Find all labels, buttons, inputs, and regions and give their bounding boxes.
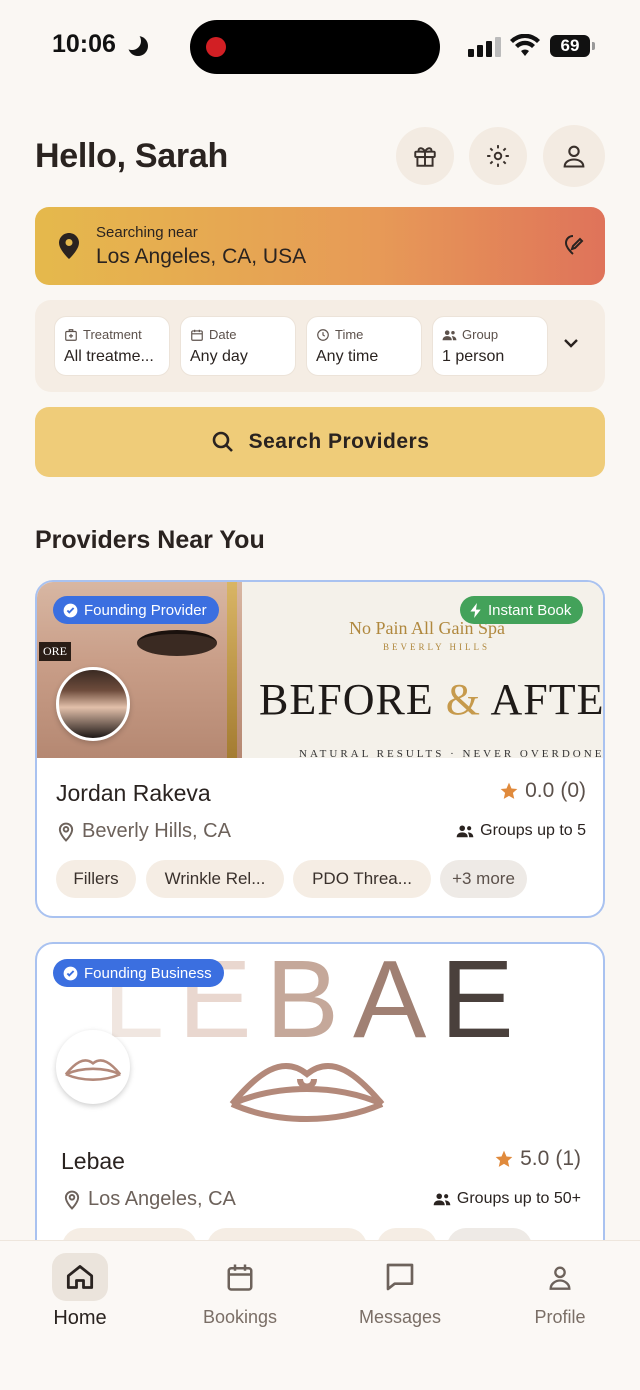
founding-badge: Founding Provider <box>53 596 219 624</box>
provider-card[interactable]: LEBAE Founding Business Lebae 5.0 (1) Los… <box>35 942 605 1262</box>
search-providers-button[interactable]: Search Providers <box>35 407 605 477</box>
status-bar: 10:06 69 <box>0 0 640 95</box>
edit-location-icon[interactable] <box>561 233 585 257</box>
home-icon <box>66 1265 94 1289</box>
battery-icon: 69 <box>550 35 595 57</box>
founding-badge: Founding Business <box>53 959 224 987</box>
filter-date[interactable]: Date Any day <box>180 316 296 376</box>
lips-logo <box>229 1062 385 1122</box>
provider-group-size: Groups up to 5 <box>456 822 586 840</box>
calendar-icon <box>191 329 203 341</box>
banner-headline: BEFORE & AFTER <box>259 675 603 724</box>
filter-group[interactable]: Group 1 person <box>432 316 548 376</box>
provider-group-size: Groups up to 50+ <box>433 1190 581 1208</box>
filter-date-value: Any day <box>190 348 248 365</box>
account-button[interactable] <box>543 125 605 187</box>
filter-treatment-value: All treatme... <box>64 348 154 365</box>
group-icon <box>442 329 457 340</box>
location-pin-icon <box>64 1190 80 1210</box>
verified-icon <box>63 966 78 980</box>
provider-location: Los Angeles, CA <box>64 1188 236 1211</box>
provider-name: Lebae <box>61 1148 125 1174</box>
provider-rating: 0.0 (0) <box>499 779 586 803</box>
filter-treatment[interactable]: Treatment All treatme... <box>54 316 170 376</box>
gear-icon <box>487 145 509 167</box>
avatar <box>56 667 130 741</box>
recording-indicator-icon <box>206 37 226 57</box>
chevron-down-icon[interactable] <box>561 336 581 350</box>
filter-treatment-label: Treatment <box>83 327 142 342</box>
focus-moon-icon <box>123 32 148 56</box>
star-icon <box>500 782 518 799</box>
person-icon <box>563 145 585 168</box>
dynamic-island <box>190 20 440 74</box>
filter-time[interactable]: Time Any time <box>306 316 422 376</box>
filter-group-value: 1 person <box>442 348 505 365</box>
treatment-tag[interactable]: PDO Threa... <box>293 860 431 898</box>
section-title: Providers Near You <box>35 526 265 554</box>
location-caption: Searching near <box>96 224 198 241</box>
lightning-icon <box>470 602 481 618</box>
provider-card[interactable]: ORE No Pain All Gain Spa BEVERLY HILLS B… <box>35 580 605 918</box>
filter-bar: Treatment All treatme... Date Any day Ti… <box>35 300 605 392</box>
filter-date-label: Date <box>209 327 237 342</box>
wifi-icon <box>510 34 540 56</box>
provider-name: Jordan Rakeva <box>56 780 211 806</box>
nav-messages-label: Messages <box>358 1307 442 1327</box>
bottom-nav: Home Bookings Messages Profile <box>0 1240 640 1390</box>
banner-corner-text: ORE <box>39 642 71 661</box>
filter-time-value: Any time <box>316 348 379 365</box>
profile-icon <box>549 1266 571 1290</box>
location-value: Los Angeles, CA, USA <box>96 245 307 268</box>
message-icon <box>386 1263 414 1291</box>
medkit-icon <box>65 328 77 341</box>
verified-icon <box>63 603 78 617</box>
greeting-title: Hello, Sarah <box>35 137 228 175</box>
calendar-icon <box>227 1264 253 1291</box>
lips-icon <box>64 1059 122 1081</box>
location-pin-icon <box>59 233 79 259</box>
spa-subtitle: BEVERLY HILLS <box>383 642 491 652</box>
nav-home-label: Home <box>53 1307 107 1329</box>
nav-bookings-label: Bookings <box>202 1307 278 1327</box>
banner-tagline: NATURAL RESULTS · NEVER OVERDONE <box>299 748 603 758</box>
nav-home[interactable]: Home <box>20 1253 140 1330</box>
filter-group-label: Group <box>462 327 499 342</box>
search-providers-label: Search Providers <box>248 430 430 453</box>
nav-bookings[interactable]: Bookings <box>180 1253 300 1328</box>
nav-profile[interactable]: Profile <box>500 1253 620 1328</box>
star-icon <box>495 1150 513 1167</box>
treatment-tag[interactable]: Fillers <box>56 860 136 898</box>
status-time: 10:06 <box>52 30 116 58</box>
location-pin-icon <box>58 822 74 842</box>
provider-rating: 5.0 (1) <box>494 1147 581 1171</box>
gift-icon <box>414 147 436 167</box>
group-icon <box>456 825 474 838</box>
search-icon <box>212 431 233 452</box>
settings-button[interactable] <box>469 127 527 185</box>
nav-profile-label: Profile <box>534 1307 586 1327</box>
group-icon <box>433 1193 451 1206</box>
more-tags-button[interactable]: +3 more <box>440 860 527 898</box>
treatment-tag[interactable]: Wrinkle Rel... <box>146 860 284 898</box>
nav-messages[interactable]: Messages <box>340 1253 460 1328</box>
clock-icon <box>317 328 329 341</box>
location-selector[interactable]: Searching near Los Angeles, CA, USA <box>35 207 605 285</box>
provider-location: Beverly Hills, CA <box>58 820 231 843</box>
gift-button[interactable] <box>396 127 454 185</box>
instant-book-badge: Instant Book <box>460 596 584 624</box>
cellular-signal-icon <box>468 37 502 57</box>
avatar <box>56 1030 130 1104</box>
filter-time-label: Time <box>335 327 364 342</box>
